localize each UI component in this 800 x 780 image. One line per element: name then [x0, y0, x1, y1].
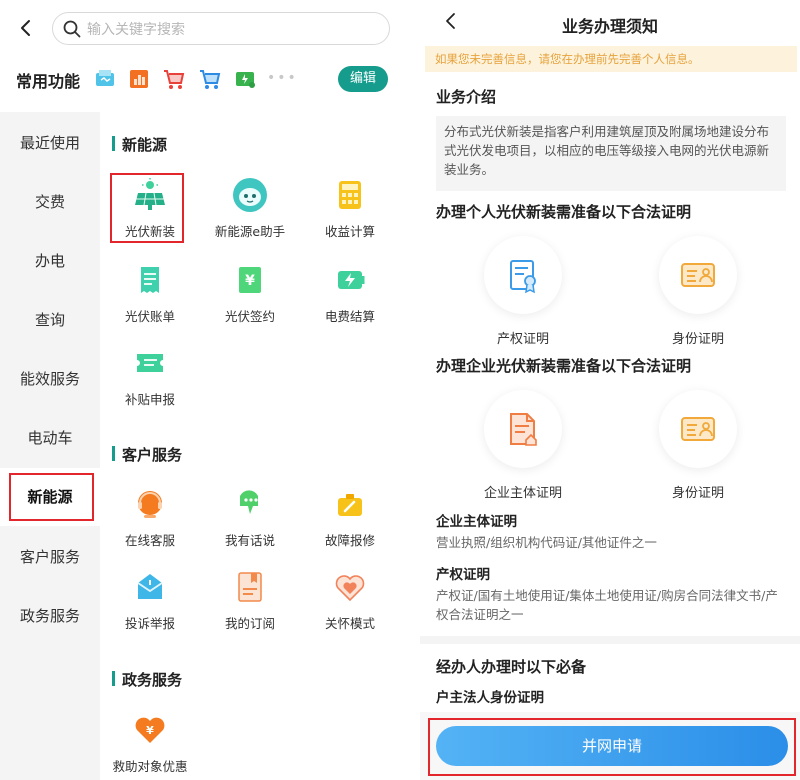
personal-heading: 办理个人光伏新装需准备以下合法证明: [436, 203, 692, 221]
id-card-icon: [681, 263, 715, 287]
cert-property[interactable]: 产权证明: [463, 236, 583, 347]
section-title-new-energy: 新能源: [112, 134, 167, 155]
section-title-gov-service: 政务服务: [112, 669, 182, 690]
id-card-icon: [681, 417, 715, 441]
nav-item-customer-service[interactable]: 客户服务: [0, 528, 100, 586]
agent-heading: 经办人办理时以下必备: [436, 658, 587, 676]
nav-item-gov-service[interactable]: 政务服务: [0, 587, 100, 645]
headset-icon: [132, 486, 168, 522]
grid-item-label: 新能源e助手: [214, 224, 286, 239]
right-panel: 业务办理须知 如果您未完善信息，请您在办理前先完善个人信息。 业务介绍 分布式光…: [420, 0, 800, 780]
detail-text-enterprise: 营业执照/组织机构代码证/其他证件之一: [436, 535, 657, 550]
cert-identity[interactable]: 身份证明: [638, 236, 758, 347]
chevron-left-icon: [21, 20, 30, 36]
detail-title-enterprise: 企业主体证明: [436, 514, 517, 530]
robot-assistant-icon: [232, 177, 268, 213]
grid-item-subsidy[interactable]: 补贴申报: [100, 345, 200, 425]
grid-item-label: 我有话说: [224, 533, 275, 548]
common-functions-bar: 常用功能 ••• 编辑: [0, 58, 400, 102]
highlight-box-nav: [9, 473, 94, 521]
grid-item-label: 故障报修: [324, 533, 375, 548]
care-heart-icon: [332, 569, 368, 605]
grid-item-care-mode[interactable]: 关怀模式: [300, 569, 400, 649]
battery-settlement-icon: [332, 262, 368, 298]
cert-identity-enterprise[interactable]: 身份证明: [638, 390, 758, 501]
more-icon[interactable]: •••: [267, 70, 298, 86]
svg-text:¥: ¥: [245, 273, 255, 289]
intro-heading: 业务介绍: [436, 88, 497, 106]
contract-icon: ¥: [232, 262, 268, 298]
repair-icon: [332, 486, 368, 522]
section-divider: [420, 636, 800, 644]
page-title: 业务办理须知: [561, 17, 658, 36]
speech-icon: [232, 486, 268, 522]
grid-item-online-service[interactable]: 在线客服: [100, 486, 200, 566]
grid-item-fault-repair[interactable]: 故障报修: [300, 486, 400, 566]
notice-banner[interactable]: 如果您未完善信息，请您在办理前先完善个人信息。: [425, 46, 797, 72]
bill-icon[interactable]: [93, 67, 117, 91]
search-icon: [63, 20, 81, 37]
intro-text: 分布式光伏新装是指客户利用建筑屋顶及附属场地建设分布式光伏发电项目，以相应的电压…: [436, 116, 786, 191]
grid-item-fee-settlement[interactable]: 电费结算: [300, 262, 400, 342]
cert-enterprise[interactable]: 企业主体证明: [463, 390, 583, 501]
enterprise-heading: 办理企业光伏新装需准备以下合法证明: [436, 357, 692, 375]
grid-item-label: 光伏签约: [224, 309, 275, 324]
bill-icon: [132, 262, 168, 298]
grid-item-label: 关怀模式: [324, 616, 375, 631]
enterprise-document-icon: [510, 413, 537, 446]
grid-item-label: 光伏账单: [124, 309, 175, 324]
grid-item-label: 我的订阅: [224, 616, 275, 631]
grid-item-relief-discount[interactable]: ¥ 救助对象优惠: [100, 712, 200, 780]
property-certificate-icon: [510, 260, 536, 294]
grid-item-profit-calc[interactable]: 收益计算: [300, 177, 400, 257]
nav-item-payment[interactable]: 交费: [0, 173, 100, 231]
calculator-icon: [332, 177, 368, 213]
grid-item-label: 收益计算: [324, 224, 375, 239]
highlight-box-solar-install: [110, 173, 184, 243]
search-input[interactable]: 输入关键字搜索: [52, 12, 390, 45]
nav-item-energy-efficiency[interactable]: 能效服务: [0, 350, 100, 408]
common-functions-title: 常用功能: [16, 72, 81, 91]
grid-item-label: 补贴申报: [124, 392, 175, 407]
nav-item-electricity[interactable]: 办电: [0, 232, 100, 290]
grid-item-label: 投诉举报: [124, 616, 175, 631]
nav-item-query[interactable]: 查询: [0, 291, 100, 349]
heart-yuan-icon: ¥: [132, 712, 168, 748]
cert-label: 产权证明: [496, 332, 549, 347]
left-panel: 输入关键字搜索 常用功能 ••• 编辑 最近使用 交费 办电 查询 能效服务 电…: [0, 0, 400, 780]
detail-title-property: 产权证明: [436, 567, 490, 583]
category-content: 新能源 光伏新装 新能源e助手 收益计算 光伏账单 ¥ 光伏签约 电费结算 补贴…: [100, 112, 400, 780]
cert-label: 身份证明: [671, 486, 724, 501]
nav-item-recent[interactable]: 最近使用: [0, 114, 100, 172]
mail-icon: [132, 569, 168, 605]
bookmark-icon: [232, 569, 268, 605]
cart-icon[interactable]: [162, 67, 186, 91]
cert-label: 身份证明: [671, 332, 724, 347]
grid-item-label: 救助对象优惠: [112, 759, 188, 774]
ticket-icon: [132, 345, 168, 381]
detail-text-property: 产权证/国有土地使用证/集体土地使用证/购房合同法律文书/产权合法证明之一: [436, 588, 778, 622]
grid-item-e-assistant[interactable]: 新能源e助手: [200, 177, 300, 257]
section-title-customer-service: 客户服务: [112, 444, 182, 465]
category-nav: 最近使用 交费 办电 查询 能效服务 电动车 新能源 客户服务 政务服务: [0, 112, 100, 780]
grid-item-subscription[interactable]: 我的订阅: [200, 569, 300, 649]
chart-icon[interactable]: [127, 67, 151, 91]
svg-text:¥: ¥: [146, 724, 154, 737]
edit-button[interactable]: 编辑: [338, 66, 388, 92]
search-placeholder: 输入关键字搜索: [87, 21, 185, 38]
grid-connection-apply-button[interactable]: 并网申请: [436, 726, 788, 766]
grid-item-complaint[interactable]: 投诉举报: [100, 569, 200, 649]
shopping-cart-icon[interactable]: [198, 67, 222, 91]
grid-item-label: 在线客服: [124, 533, 175, 548]
back-button[interactable]: [16, 18, 36, 38]
page-header: 业务办理须知: [420, 0, 800, 46]
grid-item-solar-bill[interactable]: 光伏账单: [100, 262, 200, 342]
cert-label: 企业主体证明: [483, 486, 562, 501]
grid-item-solar-contract[interactable]: ¥ 光伏签约: [200, 262, 300, 342]
agent-subheading: 户主法人身份证明: [436, 690, 544, 706]
payment-icon[interactable]: [233, 67, 257, 91]
nav-item-ev[interactable]: 电动车: [0, 409, 100, 467]
grid-item-feedback[interactable]: 我有话说: [200, 486, 300, 566]
grid-item-label: 电费结算: [324, 309, 375, 324]
